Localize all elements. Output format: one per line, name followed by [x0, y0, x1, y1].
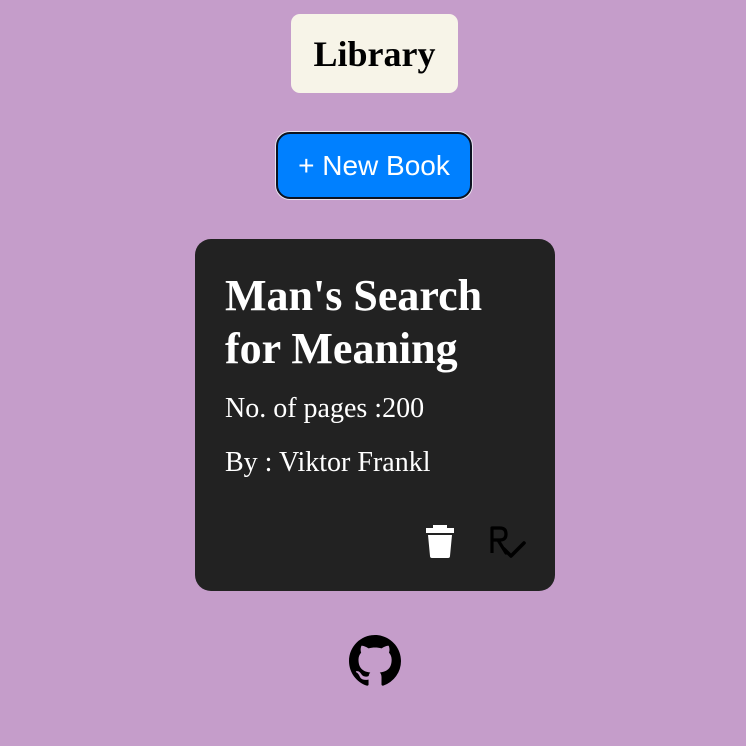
page-title-text: Library	[313, 33, 436, 74]
book-author: By : Viktor Frankl	[225, 447, 431, 478]
toggle-read-button[interactable]	[487, 523, 527, 563]
new-book-button-label: + New Book	[298, 149, 450, 181]
github-link[interactable]	[349, 635, 401, 687]
trash-icon	[426, 525, 454, 558]
book-pages: No. of pages :200	[225, 393, 425, 424]
page-title: Library	[291, 14, 458, 93]
github-icon	[349, 635, 401, 686]
read-status-icon	[490, 526, 526, 558]
book-title: Man's Search for Meaning	[225, 271, 483, 373]
delete-book-button[interactable]	[425, 523, 455, 559]
new-book-button[interactable]: + New Book	[276, 132, 472, 199]
book-card: Man's Search for Meaning No. of pages :2…	[195, 239, 555, 591]
